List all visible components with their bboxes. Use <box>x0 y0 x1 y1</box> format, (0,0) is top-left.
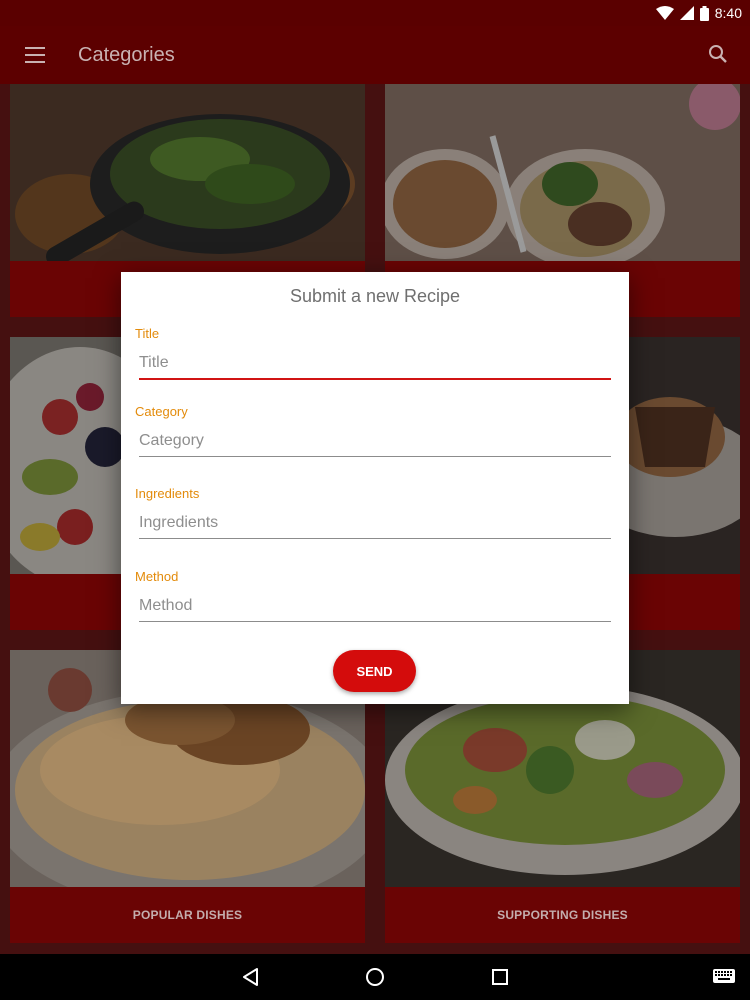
category-image <box>385 84 740 261</box>
back-icon[interactable] <box>238 964 264 990</box>
hamburger-menu-icon[interactable] <box>22 43 48 67</box>
title-label: Title <box>135 326 160 341</box>
status-icons: 8:40 <box>655 4 742 22</box>
category-label: POPULAR DISHES <box>10 887 365 943</box>
search-icon[interactable] <box>706 42 730 66</box>
battery-icon <box>699 5 709 21</box>
category-label: Category <box>135 404 188 419</box>
signal-icon <box>679 6 694 20</box>
ingredients-label: Ingredients <box>135 486 200 501</box>
navigation-bar <box>0 954 750 1000</box>
status-time: 8:40 <box>714 5 742 21</box>
title-field[interactable] <box>139 350 611 380</box>
dialog-title: Submit a new Recipe <box>289 286 461 306</box>
category-field[interactable] <box>139 427 611 457</box>
wifi-icon <box>655 6 674 20</box>
method-label: Method <box>135 569 179 584</box>
status-bar: 8:40 <box>0 0 750 26</box>
submit-recipe-dialog: Submit a new Recipe Title Category Ingre… <box>121 272 629 704</box>
method-field[interactable] <box>139 592 611 622</box>
send-button[interactable]: SEND <box>333 650 416 692</box>
ingredients-field[interactable] <box>139 509 611 539</box>
home-icon[interactable] <box>362 964 388 990</box>
category-image <box>10 84 365 261</box>
category-label: SUPPORTING DISHES <box>385 887 740 943</box>
app-title: Categories <box>78 44 175 66</box>
recents-icon[interactable] <box>487 964 513 990</box>
keyboard-icon[interactable] <box>712 966 738 992</box>
app-bar: Categories <box>0 26 750 84</box>
